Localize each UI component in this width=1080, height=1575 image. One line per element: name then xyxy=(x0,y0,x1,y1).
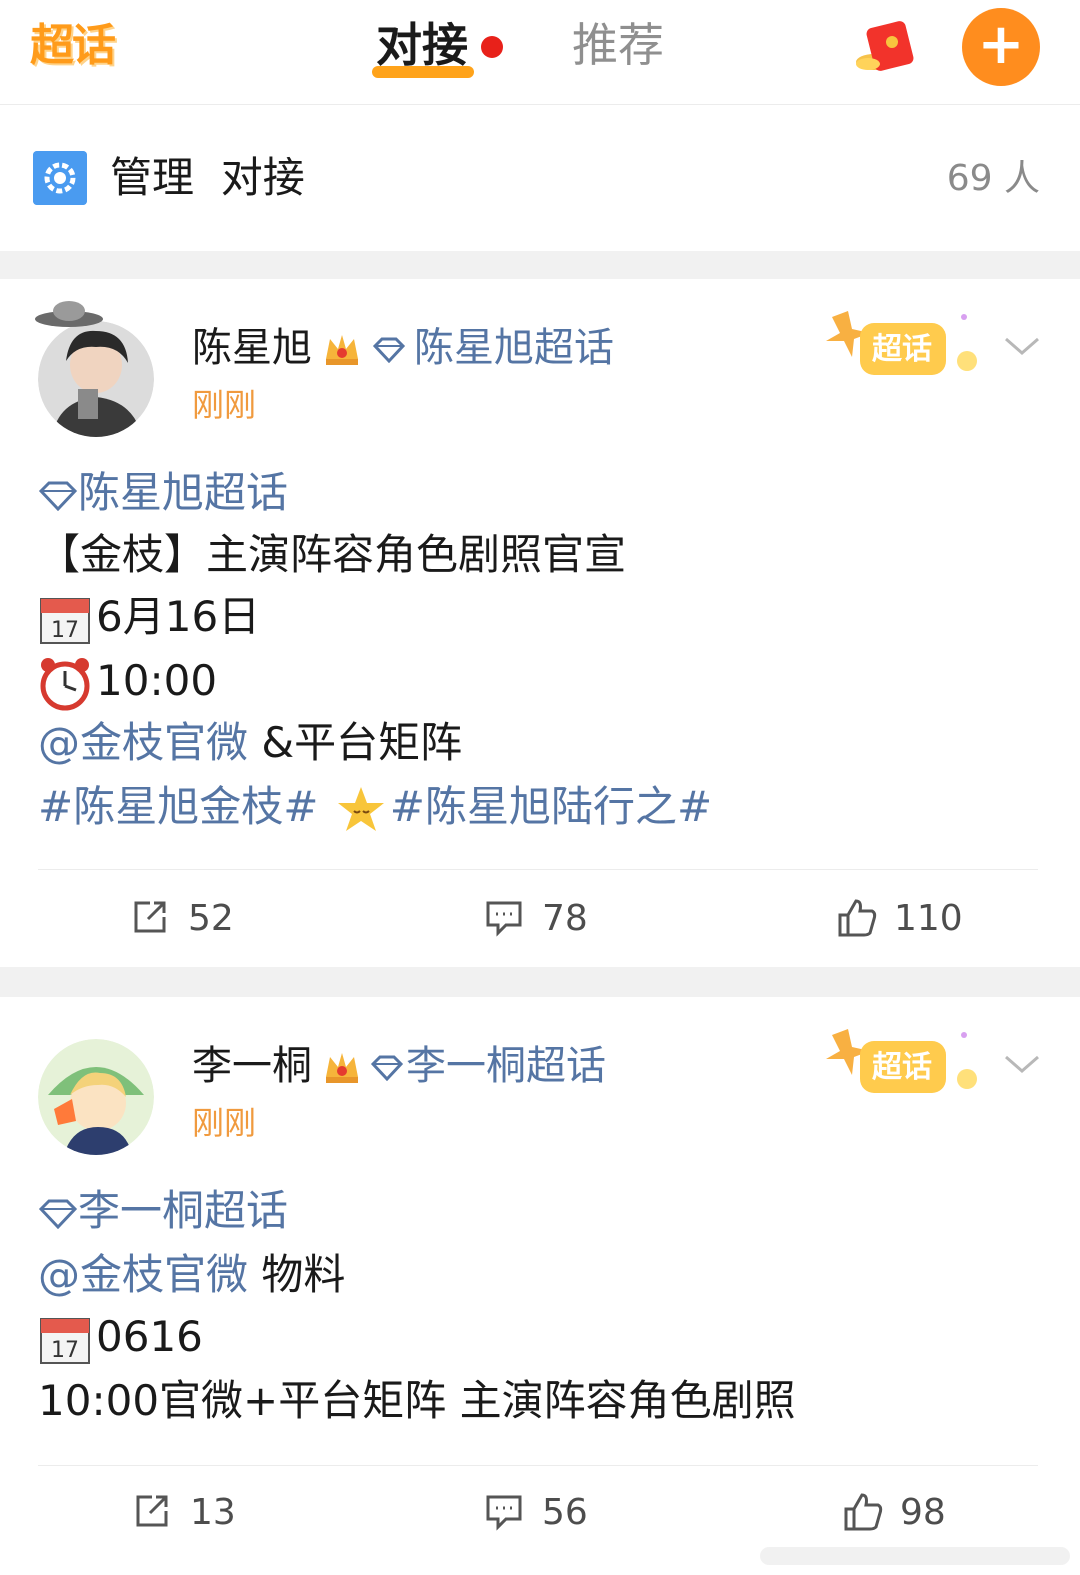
svg-text:17: 17 xyxy=(51,1338,79,1363)
section-separator xyxy=(0,251,1080,279)
like-button[interactable]: 110 xyxy=(838,895,963,943)
chevron-down-icon[interactable] xyxy=(1002,1053,1042,1077)
topic-link-inline[interactable]: 陈星旭超话 xyxy=(78,468,288,517)
diamond-topic-icon xyxy=(38,481,78,511)
topic-link-inline[interactable]: 李一桐超话 xyxy=(78,1186,288,1235)
member-count: 69 人 xyxy=(946,158,1040,199)
svg-text:17: 17 xyxy=(51,618,79,643)
settings-gear-icon xyxy=(33,151,87,205)
mention-link[interactable]: @金枝官微 xyxy=(38,718,248,767)
like-count: 110 xyxy=(894,898,963,939)
repost-icon xyxy=(136,1495,168,1527)
body-text: 10:00官微+平台矩阵 主演阵容角色剧照 xyxy=(38,1376,796,1425)
tab-tuijian[interactable]: 推荐 xyxy=(572,14,664,76)
topic-link[interactable]: 李一桐超话 xyxy=(406,1039,606,1093)
calendar-icon: 17 xyxy=(40,1317,90,1364)
comment-icon xyxy=(486,1495,522,1531)
like-button[interactable]: 98 xyxy=(844,1489,946,1537)
badge-text: 超话 xyxy=(872,332,932,367)
post-card[interactable]: 李一桐 李一桐超话 刚刚 超话 李一桐超话 @金枝官微 物料 17 0616 1… xyxy=(0,997,1080,1575)
hashtag-line: #陈星旭金枝# #陈星旭陆行之# xyxy=(38,777,712,837)
date-text: 6月16日 xyxy=(96,592,261,641)
mention-link[interactable]: @金枝官微 xyxy=(38,1250,248,1299)
repost-icon xyxy=(134,901,166,933)
top-bar: 超话 对接 推荐 + xyxy=(0,0,1080,105)
thumbs-up-icon xyxy=(838,899,877,937)
time-line: 10:00 xyxy=(38,651,217,711)
comment-button[interactable]: 56 xyxy=(486,1489,588,1537)
author-name[interactable]: 陈星旭 xyxy=(192,321,312,375)
date-line: 17 6月16日 xyxy=(38,587,260,647)
diamond-topic-icon xyxy=(38,1199,78,1229)
date-line: 17 0616 xyxy=(38,1307,203,1367)
comment-icon xyxy=(486,901,522,937)
avatar[interactable] xyxy=(38,1039,154,1155)
chaohua-logo[interactable]: 超话 xyxy=(30,20,124,72)
section-separator xyxy=(0,967,1080,997)
divider xyxy=(38,869,1038,870)
alarm-clock-icon xyxy=(40,657,90,710)
repost-button[interactable]: 52 xyxy=(134,895,234,943)
mention-line: @金枝官微 物料 xyxy=(38,1245,345,1305)
watermark xyxy=(760,1547,1070,1565)
post-card[interactable]: 陈星旭 陈星旭超话 刚刚 超话 陈星旭超话 【金枝】主演阵容角色剧照官宣 17 … xyxy=(0,279,1080,967)
manage-title: 管理 对接 xyxy=(110,153,305,202)
badge-text: 超话 xyxy=(872,1050,932,1085)
hashtag-link[interactable]: #陈星旭陆行之# xyxy=(390,782,712,831)
chaohua-badge-icon: 超话 xyxy=(826,1029,977,1093)
repost-count: 52 xyxy=(188,898,234,939)
avatar[interactable] xyxy=(38,321,154,437)
notification-dot xyxy=(481,36,503,58)
divider xyxy=(38,1465,1038,1466)
topic-line[interactable]: 李一桐超话 xyxy=(38,1181,288,1241)
mention-rest: &平台矩阵 xyxy=(248,718,463,767)
mention-rest: 物料 xyxy=(248,1250,346,1299)
topic-line[interactable]: 陈星旭超话 xyxy=(38,463,288,523)
thumbs-up-icon xyxy=(844,1493,883,1531)
mention-line: @金枝官微 &平台矩阵 xyxy=(38,713,462,773)
clock-text: 10:00 xyxy=(96,656,218,705)
chaohua-badge-icon: 超话 xyxy=(826,311,977,375)
repost-button[interactable]: 13 xyxy=(136,1489,236,1537)
diamond-topic-icon xyxy=(370,1055,404,1081)
date-text: 0616 xyxy=(96,1312,203,1361)
manage-row[interactable]: 管理 对接 69 人 xyxy=(0,105,1080,251)
author-name[interactable]: 李一桐 xyxy=(192,1039,312,1093)
add-button[interactable]: + xyxy=(962,8,1040,86)
comment-count: 78 xyxy=(542,898,588,939)
topic-link[interactable]: 陈星旭超话 xyxy=(414,321,614,375)
diamond-topic-icon xyxy=(372,337,406,363)
ufo-pendant-icon xyxy=(35,301,103,327)
post-time: 刚刚 xyxy=(192,386,257,424)
active-tab-indicator xyxy=(372,66,474,78)
comment-button[interactable]: 78 xyxy=(486,895,588,943)
chevron-down-icon[interactable] xyxy=(1002,335,1042,359)
red-packet-icon[interactable] xyxy=(852,18,918,76)
crown-level-icon xyxy=(326,1053,358,1083)
calendar-icon: 17 xyxy=(40,597,90,644)
post-time: 刚刚 xyxy=(192,1104,257,1142)
like-count: 98 xyxy=(900,1492,946,1533)
hashtag-link[interactable]: #陈星旭金枝# xyxy=(38,782,318,831)
crown-level-icon xyxy=(326,335,358,365)
repost-count: 13 xyxy=(190,1492,236,1533)
comment-count: 56 xyxy=(542,1492,588,1533)
post-title: 【金枝】主演阵容角色剧照官宣 xyxy=(38,530,627,579)
star-face-emoji-icon xyxy=(337,786,384,831)
